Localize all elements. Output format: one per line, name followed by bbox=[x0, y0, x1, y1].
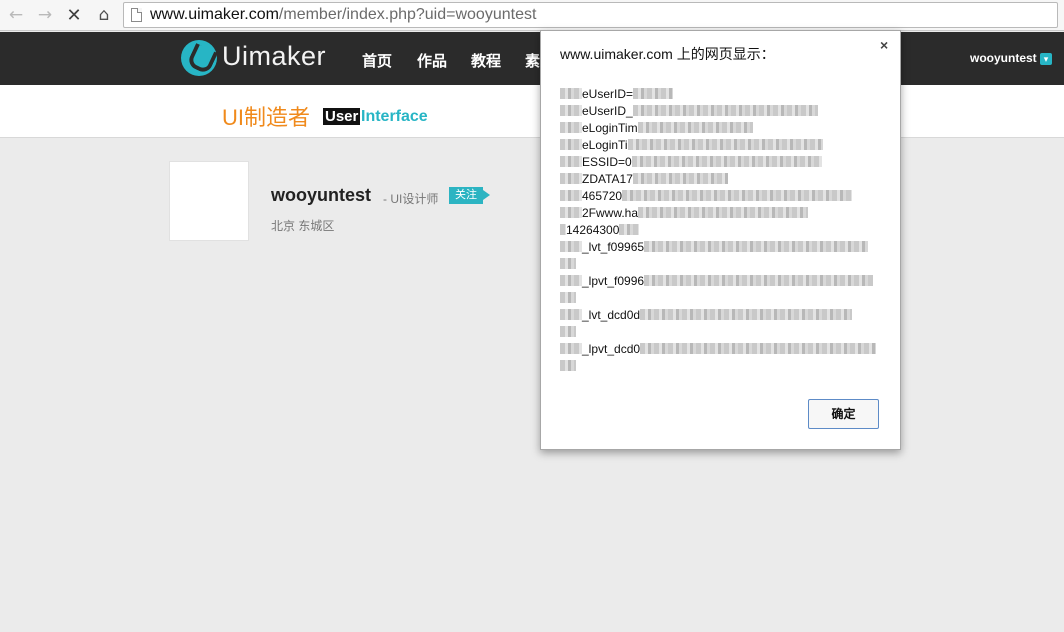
stop-icon[interactable]: ✕ bbox=[63, 4, 85, 26]
site-header: Uimaker 首页 作品 教程 素 wooyuntest ▾ bbox=[0, 32, 1064, 85]
forward-icon[interactable]: → bbox=[34, 4, 56, 26]
cookie-line: _lvt_f09965 bbox=[560, 239, 885, 256]
sub-banner: UI制造者 User Interface bbox=[0, 85, 1064, 138]
header-user-name[interactable]: wooyuntest bbox=[970, 51, 1037, 65]
url-host: www.uimaker.com bbox=[150, 6, 279, 23]
cookie-line: 14264300 bbox=[560, 222, 885, 239]
slogan-interface: Interface bbox=[361, 108, 428, 125]
profile-role: - UI设计师 bbox=[383, 192, 439, 206]
logo-text[interactable]: Uimaker bbox=[222, 41, 326, 72]
chevron-down-icon[interactable]: ▾ bbox=[1040, 53, 1052, 65]
page-icon bbox=[131, 8, 142, 22]
nav-item-materials[interactable]: 素 bbox=[525, 50, 540, 71]
nav-item-tutorials[interactable]: 教程 bbox=[471, 50, 501, 71]
close-icon[interactable]: × bbox=[880, 37, 888, 53]
follow-button[interactable]: 关注 bbox=[449, 187, 490, 204]
avatar[interactable] bbox=[169, 161, 249, 241]
profile-location: 北京 东城区 bbox=[271, 219, 335, 233]
back-icon[interactable]: ← bbox=[5, 4, 27, 26]
slogan-user: User bbox=[323, 108, 361, 125]
cookie-line: 465720 bbox=[560, 188, 885, 205]
cookie-line: ESSID=0 bbox=[560, 154, 885, 171]
cookie-line: _lvt_dcd0d bbox=[560, 307, 885, 324]
cookie-line: 2Fwww.ha bbox=[560, 205, 885, 222]
cookie-line bbox=[560, 290, 885, 307]
browser-toolbar: ← → ✕ ⌂ www.uimaker.com/member/index.php… bbox=[0, 0, 1064, 31]
profile-name: wooyuntest bbox=[271, 185, 372, 205]
cookie-line: eUserID= bbox=[560, 86, 885, 103]
cookie-line bbox=[560, 324, 885, 341]
url-path: /member/index.php?uid=wooyuntest bbox=[278, 6, 537, 23]
cookie-line bbox=[560, 256, 885, 273]
cookie-line: eUserID_ bbox=[560, 103, 885, 120]
slogan: UI制造者 bbox=[222, 105, 311, 130]
cookie-list: eUserID= eUserID_ eLoginTim eLoginTi ESS… bbox=[560, 86, 885, 375]
nav-item-works[interactable]: 作品 bbox=[417, 50, 447, 71]
cookie-line: eLoginTi bbox=[560, 137, 885, 154]
cookie-line: ZDATA17 bbox=[560, 171, 885, 188]
cookie-line: _lpvt_dcd0 bbox=[560, 341, 885, 358]
url-text[interactable]: www.uimaker.com/member/index.php?uid=woo… bbox=[150, 6, 536, 24]
cookie-line: eLoginTim bbox=[560, 120, 885, 137]
ok-button[interactable]: 确定 bbox=[808, 399, 879, 429]
address-bar[interactable]: www.uimaker.com/member/index.php?uid=woo… bbox=[123, 2, 1058, 28]
cookie-line bbox=[560, 358, 885, 375]
alert-dialog: www.uimaker.com 上的网页显示： × eUserID= eUser… bbox=[540, 30, 901, 450]
dialog-title: www.uimaker.com 上的网页显示： bbox=[560, 46, 775, 62]
nav-item-home[interactable]: 首页 bbox=[362, 50, 392, 71]
logo-icon[interactable] bbox=[181, 40, 217, 76]
cookie-line: _lpvt_f0996 bbox=[560, 273, 885, 290]
home-icon[interactable]: ⌂ bbox=[93, 4, 115, 26]
